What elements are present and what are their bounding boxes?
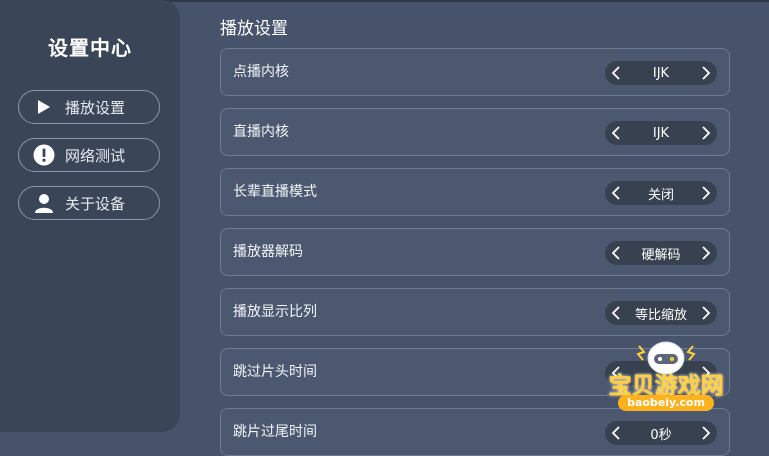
option-selector[interactable]: 关闭 bbox=[605, 181, 717, 205]
chevron-left-icon[interactable] bbox=[605, 121, 627, 145]
option-selector[interactable]: 硬解码 bbox=[605, 241, 717, 265]
sidebar: 设置中心 播放设置 网络测试 关于设备 bbox=[0, 0, 180, 432]
setting-row-elder-live-mode: 长辈直播模式 关闭 bbox=[220, 168, 730, 216]
selector-value: 硬解码 bbox=[641, 247, 681, 263]
sidebar-item-label: 关于设备 bbox=[65, 194, 126, 213]
sidebar-item-about-device[interactable]: 关于设备 bbox=[18, 186, 160, 220]
setting-row-vod-core: 点播内核 IJK bbox=[220, 48, 730, 96]
selector-value: IJK bbox=[652, 65, 670, 81]
sidebar-item-network-test[interactable]: 网络测试 bbox=[18, 138, 160, 172]
watermark-logo: 宝贝游戏网 baobeiy.com bbox=[594, 338, 738, 432]
selector-value: IJK bbox=[652, 125, 670, 141]
setting-label: 跳过片头时间 bbox=[233, 364, 317, 380]
selector-value: 等比缩放 bbox=[634, 307, 687, 323]
setting-label: 播放器解码 bbox=[233, 244, 303, 260]
setting-label: 播放显示比列 bbox=[233, 304, 317, 320]
chevron-right-icon[interactable] bbox=[695, 301, 717, 325]
setting-row-display-ratio: 播放显示比列 等比缩放 bbox=[220, 288, 730, 336]
setting-label: 长辈直播模式 bbox=[233, 184, 317, 200]
sidebar-item-playback-settings[interactable]: 播放设置 bbox=[18, 90, 160, 124]
watermark-url: baobeiy.com bbox=[618, 395, 714, 411]
user-icon bbox=[33, 192, 55, 214]
setting-row-live-core: 直播内核 IJK bbox=[220, 108, 730, 156]
option-selector[interactable]: IJK bbox=[605, 61, 717, 85]
play-icon bbox=[33, 96, 55, 118]
chevron-left-icon[interactable] bbox=[605, 61, 627, 85]
setting-label: 跳片过尾时间 bbox=[233, 424, 317, 440]
chevron-left-icon[interactable] bbox=[605, 181, 627, 205]
chevron-right-icon[interactable] bbox=[695, 181, 717, 205]
sidebar-item-label: 播放设置 bbox=[65, 98, 126, 117]
sidebar-title: 设置中心 bbox=[48, 36, 132, 60]
alert-icon bbox=[33, 144, 55, 166]
chevron-left-icon[interactable] bbox=[605, 301, 627, 325]
chevron-right-icon[interactable] bbox=[695, 121, 717, 145]
setting-row-player-decoder: 播放器解码 硬解码 bbox=[220, 228, 730, 276]
chevron-left-icon[interactable] bbox=[605, 241, 627, 265]
setting-label: 点播内核 bbox=[233, 64, 289, 80]
chevron-right-icon[interactable] bbox=[695, 241, 717, 265]
page-title: 播放设置 bbox=[220, 19, 288, 39]
sidebar-item-label: 网络测试 bbox=[65, 146, 126, 165]
selector-value: 关闭 bbox=[647, 187, 674, 203]
option-selector[interactable]: 等比缩放 bbox=[605, 301, 717, 325]
chevron-right-icon[interactable] bbox=[695, 61, 717, 85]
option-selector[interactable]: IJK bbox=[605, 121, 717, 145]
setting-label: 直播内核 bbox=[233, 124, 289, 140]
